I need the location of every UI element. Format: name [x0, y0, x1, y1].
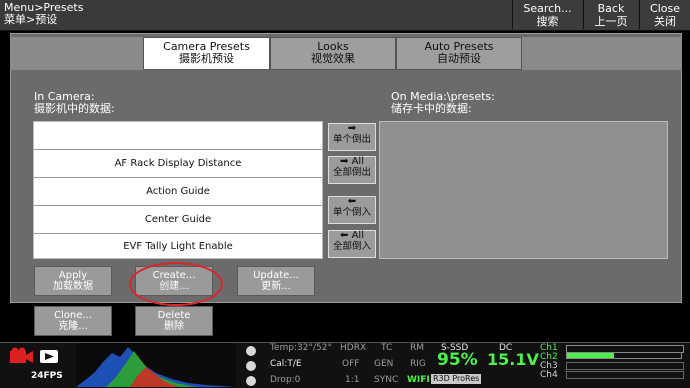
arrow-left-icon: ⬅ [347, 196, 357, 207]
delete-button[interactable]: Delete 删除 [135, 306, 213, 336]
back-label-cn: 上一页 [594, 15, 628, 28]
sync-label: SYNC [374, 375, 399, 385]
import-single-button[interactable]: ⬅ 单个倒入 [328, 196, 376, 224]
search-label: Search... [523, 2, 572, 15]
hdrx-value: OFF [342, 359, 360, 369]
all-label: All [351, 230, 364, 241]
update-label: Update... [253, 270, 299, 281]
drop-indicator-icon [246, 376, 256, 386]
search-button[interactable]: Search... 搜索 [512, 0, 582, 29]
tab-auto-presets[interactable]: Auto Presets 自动预设 [396, 37, 522, 70]
temp-readout: Temp:32°/52° [270, 343, 332, 353]
channel-4-label: Ch4 [540, 370, 558, 380]
tab-label-cn: 自动预设 [437, 52, 481, 65]
on-media-header: On Media:\presets: 储存卡中的数据: [391, 91, 495, 115]
highlight-circle [129, 262, 223, 306]
arrow-right-icon: ➡ [347, 123, 357, 134]
back-button[interactable]: Back 上一页 [583, 0, 638, 29]
list-item[interactable]: EVF Tally Light Enable [34, 233, 322, 258]
arrow-right-icon: ➡ All [329, 157, 375, 167]
close-label-cn: 关闭 [654, 15, 676, 28]
drop-readout: Drop:0 [270, 375, 301, 385]
cal-indicator-icon [246, 361, 256, 371]
import-single-label: 单个倒入 [332, 207, 371, 218]
gen-label: GEN [374, 359, 394, 369]
media-percent: 95% [437, 350, 478, 370]
list-item[interactable] [34, 122, 322, 149]
tab-label-cn: 摄影机预设 [179, 52, 234, 65]
import-all-button[interactable]: ⬅ All 全部倒入 [328, 230, 376, 258]
clone-label-cn: 克隆... [58, 321, 88, 332]
in-camera-title-cn: 摄影机中的数据: [34, 102, 115, 115]
on-media-title-cn: 储存卡中的数据: [391, 102, 472, 115]
export-single-button[interactable]: ➡ 单个倒出 [328, 123, 376, 151]
cal-readout: Cal:T/E [270, 359, 302, 369]
update-label-cn: 更新... [261, 281, 291, 292]
export-single-label: 单个倒出 [332, 134, 371, 145]
apply-button[interactable]: Apply 加载数据 [34, 266, 112, 296]
fps-readout: 24FPS [31, 371, 63, 381]
search-label-cn: 搜索 [536, 15, 559, 28]
tab-label-cn: 视觉效果 [311, 52, 355, 65]
hdrx-label: HDRX [340, 343, 367, 353]
delete-label: Delete [157, 310, 191, 321]
list-item[interactable]: Action Guide [34, 177, 322, 205]
record-icon [10, 347, 58, 363]
list-item[interactable]: AF Rack Display Distance [34, 149, 322, 177]
export-all-button[interactable]: ➡ All 全部倒出 [328, 156, 376, 184]
breadcrumb: Menu>Presets 菜单>预设 [4, 2, 83, 26]
all-label: All [351, 156, 364, 167]
delete-label-cn: 删除 [164, 321, 184, 332]
close-button[interactable]: Close 关闭 [639, 0, 690, 29]
rig-label: RIG [410, 359, 426, 369]
aspect-ratio: 1:1 [345, 375, 360, 385]
clone-label: Clone... [54, 310, 92, 321]
tc-label: TC [381, 343, 393, 353]
temp-indicator-icon [246, 346, 256, 356]
on-media-list[interactable] [379, 121, 668, 259]
rm-label: RM [410, 343, 425, 353]
histogram [76, 343, 236, 387]
in-camera-header: In Camera: 摄影机中的数据: [34, 91, 115, 115]
close-label: Close [650, 2, 680, 15]
list-item[interactable]: Center Guide [34, 205, 322, 233]
clone-button[interactable]: Clone... 克隆... [34, 306, 112, 336]
arrow-glyph: ➡ [340, 156, 349, 167]
cal-text: Cal:T/E [270, 359, 302, 369]
channel-4-meter [566, 371, 684, 379]
back-label: Back [597, 2, 625, 15]
wifi-label: WIFI [407, 375, 430, 385]
apply-label-cn: 加载数据 [53, 281, 93, 292]
breadcrumb-cn: 菜单>预设 [4, 13, 58, 26]
channel-3-meter [566, 362, 684, 370]
update-button[interactable]: Update... 更新... [237, 266, 315, 296]
tab-looks[interactable]: Looks 视觉效果 [270, 37, 396, 70]
export-all-label: 全部倒出 [332, 167, 371, 178]
voltage-readout: 15.1V [487, 350, 539, 369]
apply-label: Apply [58, 270, 88, 281]
arrow-left-icon: ⬅ All [329, 231, 375, 241]
arrow-glyph: ⬅ [340, 230, 349, 241]
codec-badge: R3D ProRes [431, 374, 482, 384]
import-all-label: 全部倒入 [332, 241, 371, 252]
channel-2-meter-frame [566, 352, 682, 359]
tab-camera-presets[interactable]: Camera Presets 摄影机预设 [143, 37, 270, 70]
